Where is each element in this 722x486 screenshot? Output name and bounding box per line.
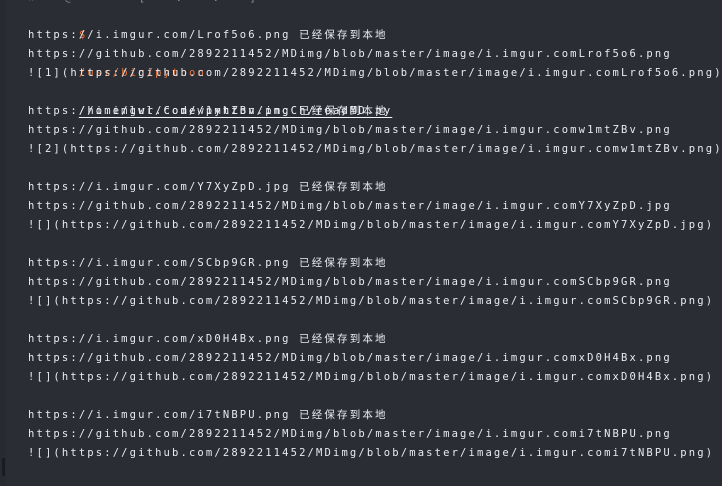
terminal-output: $ /usr/bin/python /home/lwl/Code/pyhton/…: [28, 7, 722, 463]
output-line: ![1](https://github.com/2892211452/MDimg…: [28, 67, 722, 79]
output-line: https://i.imgur.com/i7tNBPU.png 已经保存到本地: [28, 409, 388, 421]
terminal-cursor: [2, 458, 5, 476]
command-line: $ /usr/bin/python /home/lwl/Code/pyhton/…: [28, 7, 722, 117]
terminal-window[interactable]: ☆ ~ @ ~ ~ ~ [ ~ : ~ : ~ ] $ /usr/bin/pyt…: [0, 0, 722, 486]
output-line: https://i.imgur.com/SCbp9GR.png 已经保存到本地: [28, 257, 388, 269]
terminal-gutter: [0, 0, 6, 486]
output-line: ![](https://github.com/2892211452/MDimg/…: [28, 295, 715, 307]
clipped-previous-prompt-line: ☆ ~ @ ~ ~ ~ [ ~ : ~ : ~ ]: [28, 0, 259, 7]
output-line: https://i.imgur.com/Y7XyZpD.jpg 已经保存到本地: [28, 181, 388, 193]
output-line: https://github.com/2892211452/MDimg/blob…: [28, 124, 672, 136]
output-line: https://i.imgur.com/w1mtZBv.png 已经保存到本地: [28, 105, 388, 117]
output-line: ![](https://github.com/2892211452/MDimg/…: [28, 371, 715, 383]
output-line: https://github.com/2892211452/MDimg/blob…: [28, 352, 672, 364]
output-line: ![](https://github.com/2892211452/MDimg/…: [28, 219, 715, 231]
output-line: ![](https://github.com/2892211452/MDimg/…: [28, 447, 715, 459]
output-line: https://github.com/2892211452/MDimg/blob…: [28, 428, 672, 440]
output-line: https://github.com/2892211452/MDimg/blob…: [28, 48, 672, 60]
output-line: https://i.imgur.com/xD0H4Bx.png 已经保存到本地: [28, 333, 388, 345]
output-line: https://github.com/2892211452/MDimg/blob…: [28, 276, 672, 288]
output-line: https://github.com/2892211452/MDimg/blob…: [28, 200, 672, 212]
output-line: https://i.imgur.com/Lrof5o6.png 已经保存到本地: [28, 29, 388, 41]
output-line: ![2](https://github.com/2892211452/MDimg…: [28, 143, 722, 155]
